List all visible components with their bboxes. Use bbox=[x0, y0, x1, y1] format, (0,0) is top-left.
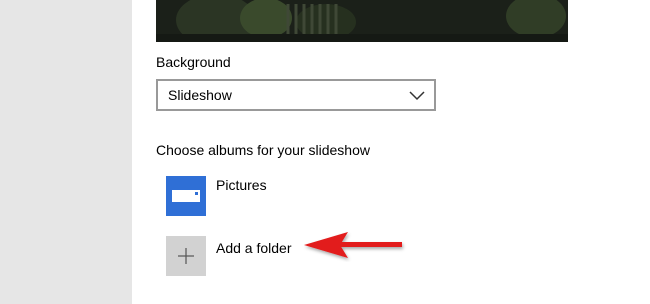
folder-icon bbox=[166, 176, 206, 216]
albums-label: Choose albums for your slideshow bbox=[156, 142, 370, 158]
navigation-pane bbox=[0, 0, 132, 304]
plus-icon bbox=[166, 236, 206, 276]
background-dropdown[interactable]: Slideshow bbox=[156, 79, 436, 111]
background-dropdown-value: Slideshow bbox=[168, 87, 232, 103]
album-label: Pictures bbox=[216, 177, 267, 193]
add-folder-label: Add a folder bbox=[216, 240, 292, 256]
background-preview-image bbox=[156, 0, 568, 42]
annotation-arrow-icon bbox=[304, 232, 402, 258]
background-label: Background bbox=[156, 54, 231, 70]
album-item-pictures[interactable]: Pictures bbox=[166, 176, 366, 216]
chevron-down-icon bbox=[409, 91, 425, 101]
